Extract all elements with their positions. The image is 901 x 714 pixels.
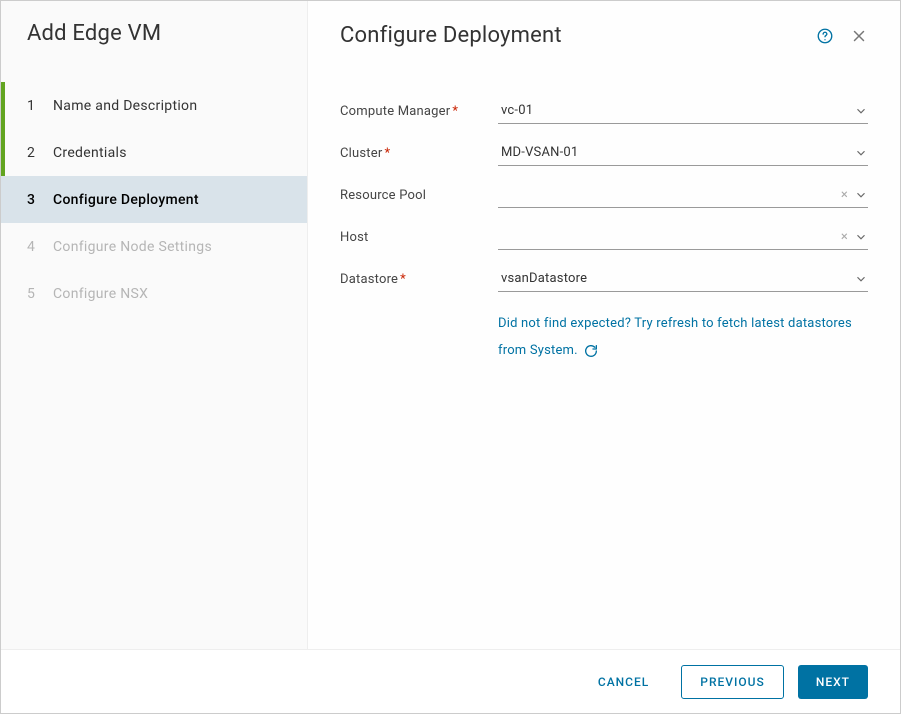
step-number: 5 bbox=[27, 286, 53, 302]
step-label: Configure Node Settings bbox=[53, 239, 212, 255]
resource-pool-select[interactable]: × bbox=[498, 182, 868, 208]
required-marker: * bbox=[400, 272, 406, 287]
compute-manager-select[interactable]: vc-01 bbox=[498, 98, 868, 124]
refresh-icon[interactable] bbox=[583, 343, 599, 359]
add-edge-vm-modal: Add Edge VM 1 Name and Description 2 Cre… bbox=[0, 0, 901, 714]
field-host: Host × bbox=[340, 216, 868, 258]
datastore-select[interactable]: vsanDatastore bbox=[498, 266, 868, 292]
wizard-steps: 1 Name and Description 2 Credentials 3 C… bbox=[1, 82, 307, 317]
label-text: Resource Pool bbox=[340, 188, 426, 203]
field-cluster: Cluster* MD-VSAN-01 bbox=[340, 132, 868, 174]
step-configure-node-settings: 4 Configure Node Settings bbox=[1, 223, 307, 270]
header-icons bbox=[816, 27, 868, 45]
step-number: 1 bbox=[27, 98, 53, 114]
main-panel: Configure Deployment bbox=[308, 1, 900, 649]
label-text: Compute Manager bbox=[340, 104, 450, 119]
field-resource-pool: Resource Pool × bbox=[340, 174, 868, 216]
step-label: Configure NSX bbox=[53, 286, 148, 302]
chevron-down-icon[interactable] bbox=[854, 104, 868, 118]
deployment-form: Compute Manager* vc-01 Cluster* bbox=[340, 90, 868, 365]
datastore-hint: Did not find expected? Try refresh to fe… bbox=[498, 310, 868, 365]
modal-body: Add Edge VM 1 Name and Description 2 Cre… bbox=[1, 1, 900, 649]
step-number: 4 bbox=[27, 239, 53, 255]
chevron-down-icon[interactable] bbox=[854, 230, 868, 244]
required-marker: * bbox=[452, 104, 458, 119]
step-number: 2 bbox=[27, 145, 53, 161]
modal-title: Add Edge VM bbox=[1, 21, 307, 82]
label-text: Host bbox=[340, 230, 368, 245]
step-configure-deployment[interactable]: 3 Configure Deployment bbox=[1, 176, 307, 223]
step-name-description[interactable]: 1 Name and Description bbox=[1, 82, 307, 129]
select-value: MD-VSAN-01 bbox=[501, 145, 578, 160]
help-icon[interactable] bbox=[816, 27, 834, 45]
step-label: Name and Description bbox=[53, 98, 197, 114]
step-credentials[interactable]: 2 Credentials bbox=[1, 129, 307, 176]
step-label: Credentials bbox=[53, 145, 127, 161]
required-marker: * bbox=[384, 146, 390, 161]
cancel-button[interactable]: CANCEL bbox=[580, 665, 667, 699]
field-label: Cluster* bbox=[340, 146, 498, 161]
step-label: Configure Deployment bbox=[53, 192, 199, 208]
label-text: Datastore bbox=[340, 272, 398, 287]
host-select[interactable]: × bbox=[498, 224, 868, 250]
modal-footer: CANCEL PREVIOUS NEXT bbox=[1, 649, 900, 713]
wizard-sidebar: Add Edge VM 1 Name and Description 2 Cre… bbox=[1, 1, 308, 649]
page-title: Configure Deployment bbox=[340, 23, 562, 48]
field-datastore: Datastore* vsanDatastore bbox=[340, 258, 868, 300]
field-label: Host bbox=[340, 230, 498, 245]
label-text: Cluster bbox=[340, 146, 382, 161]
main-header: Configure Deployment bbox=[340, 23, 868, 48]
field-label: Datastore* bbox=[340, 272, 498, 287]
step-number: 3 bbox=[27, 192, 53, 208]
next-button[interactable]: NEXT bbox=[798, 665, 868, 699]
chevron-down-icon[interactable] bbox=[854, 272, 868, 286]
field-label: Resource Pool bbox=[340, 188, 498, 203]
hint-text: Did not find expected? Try refresh to fe… bbox=[498, 316, 852, 358]
close-icon[interactable] bbox=[850, 27, 868, 45]
step-configure-nsx: 5 Configure NSX bbox=[1, 270, 307, 317]
select-value: vc-01 bbox=[501, 103, 533, 118]
clear-icon[interactable]: × bbox=[841, 188, 848, 201]
field-compute-manager: Compute Manager* vc-01 bbox=[340, 90, 868, 132]
select-value: vsanDatastore bbox=[501, 271, 587, 286]
chevron-down-icon[interactable] bbox=[854, 146, 868, 160]
clear-icon[interactable]: × bbox=[841, 230, 848, 243]
field-label: Compute Manager* bbox=[340, 104, 498, 119]
chevron-down-icon[interactable] bbox=[854, 188, 868, 202]
cluster-select[interactable]: MD-VSAN-01 bbox=[498, 140, 868, 166]
previous-button[interactable]: PREVIOUS bbox=[681, 665, 784, 699]
